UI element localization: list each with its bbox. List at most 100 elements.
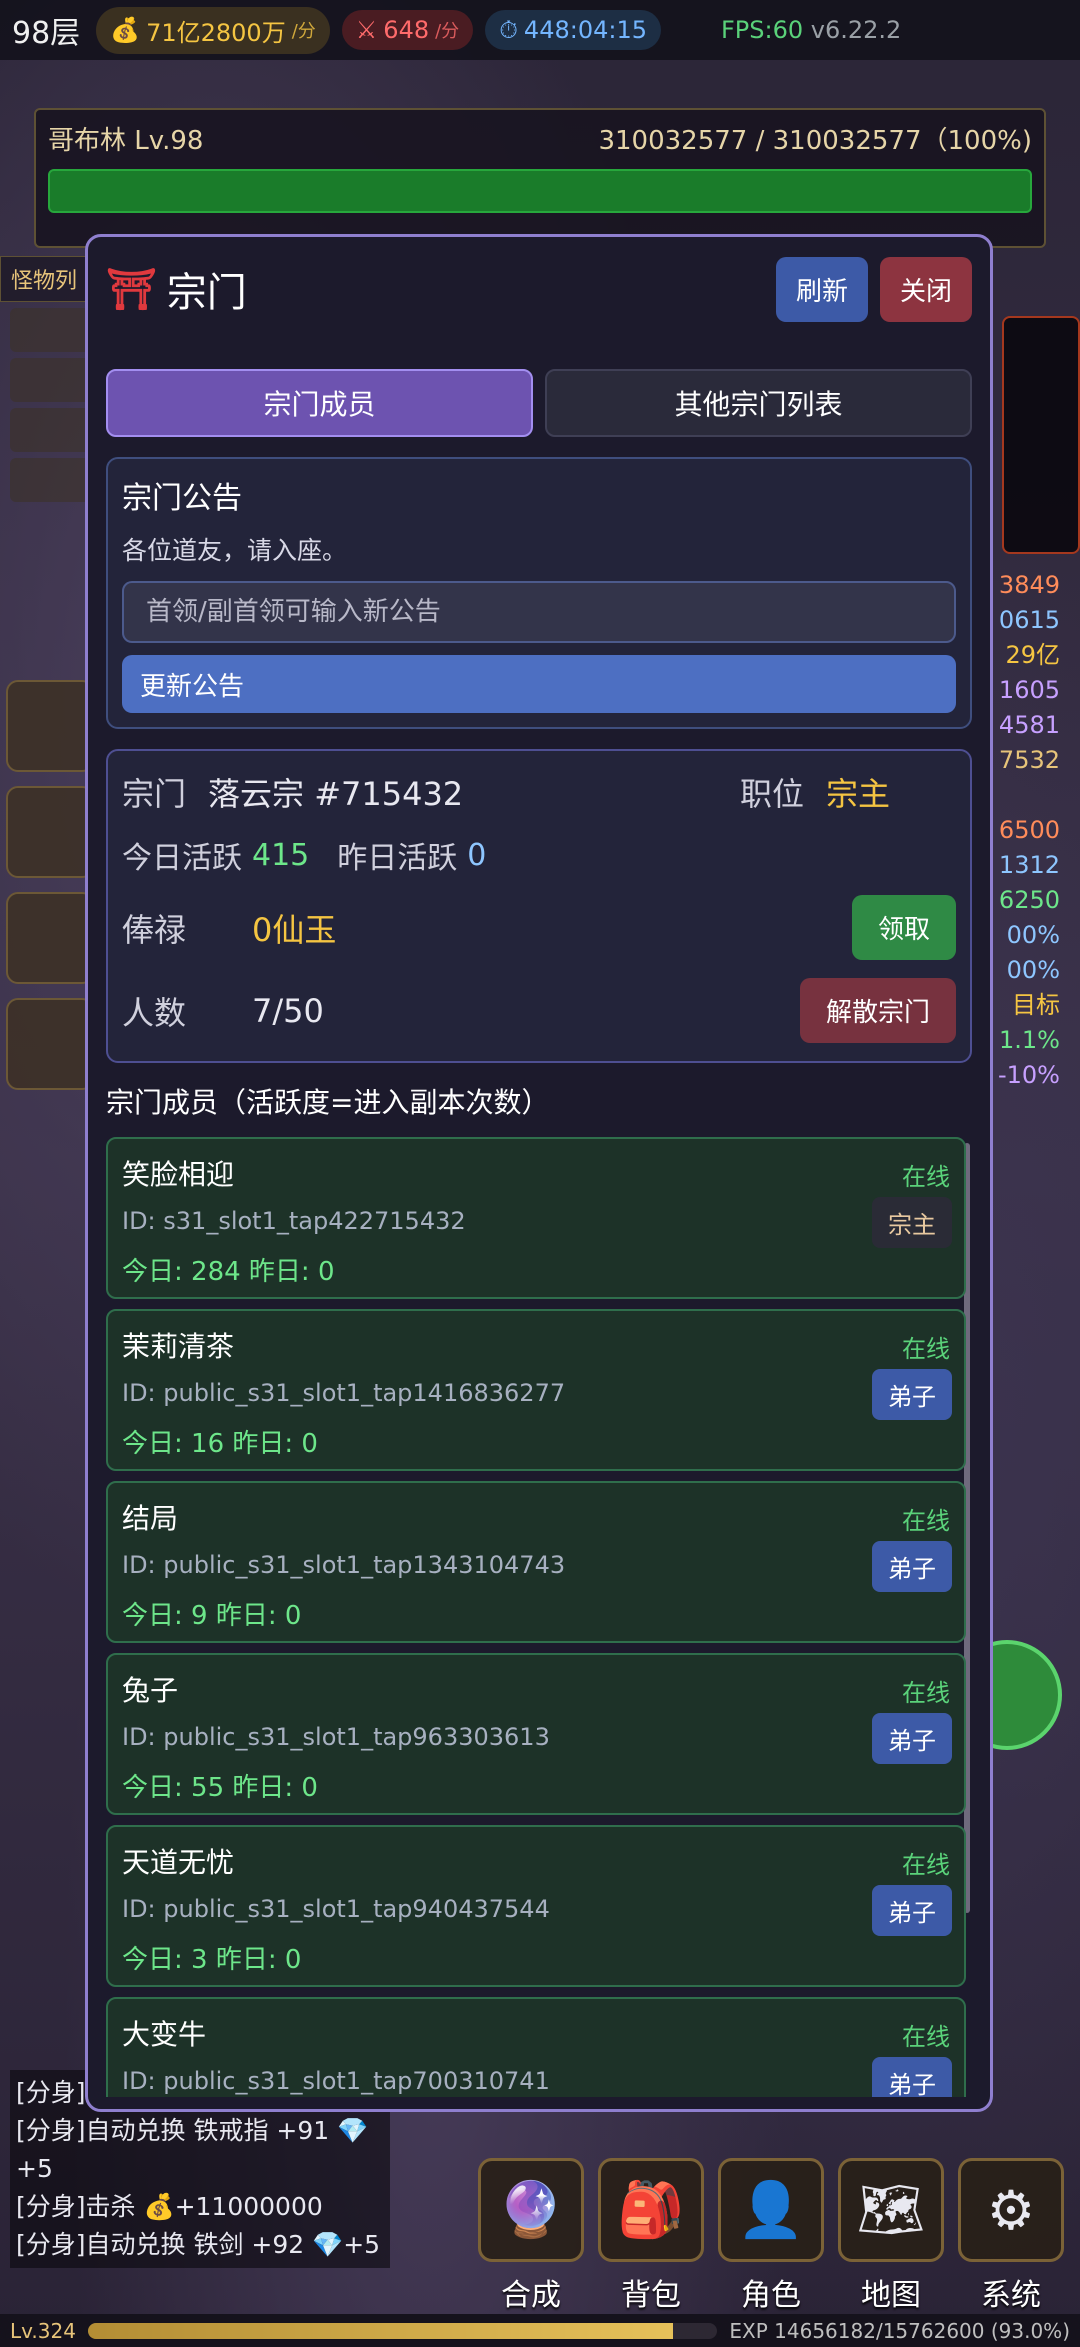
position-label: 职位: [739, 775, 804, 813]
money-bag-icon: 💰: [110, 16, 141, 44]
modal-title-text: 宗门: [166, 270, 247, 316]
side-button-weapons[interactable]: [6, 680, 94, 772]
member-role-badge: 弟子: [872, 2057, 952, 2097]
kill-rate-value: 648: [383, 16, 430, 44]
member-card[interactable]: 大变牛 在线 ID: public_s31_slot1_tap700310741…: [106, 1997, 966, 2097]
side-stat-value: 29亿: [1005, 641, 1060, 669]
side-stat-value: -10%: [997, 1061, 1060, 1089]
exp-fill: [87, 2322, 674, 2339]
monster-list-item[interactable]: [10, 408, 90, 452]
minimap[interactable]: [1002, 316, 1080, 554]
side-stat-value: 00%: [1006, 921, 1060, 949]
side-stat-value: 1605: [998, 676, 1060, 704]
side-button-droprate[interactable]: [6, 892, 94, 984]
log-line: [分身]自动兑换 铁戒指 +91 💎+5: [16, 2116, 369, 2183]
version-text: v6.22.2: [810, 16, 902, 44]
backpack-icon[interactable]: 🎒: [598, 2158, 704, 2262]
notice-input[interactable]: [122, 581, 956, 643]
notice-title: 宗门公告: [122, 481, 242, 516]
sect-label: 宗门: [122, 775, 187, 813]
nav-label: 角色: [741, 2278, 801, 2313]
member-id: ID: public_s31_slot1_tap1343104743: [122, 1551, 566, 1579]
torii-gate-icon: ⛩: [106, 266, 157, 313]
member-status: 在线: [902, 1163, 950, 1191]
member-role-badge: 宗主: [872, 1197, 952, 1248]
sect-name: 落云宗 #715432: [208, 775, 464, 813]
nav-label: 背包: [621, 2278, 681, 2313]
side-stat-value: [990, 778, 1060, 813]
monster-list-tab[interactable]: 怪物列: [0, 256, 96, 302]
notice-text: 各位道友，请入座。: [122, 536, 348, 565]
map-icon[interactable]: 🗺: [838, 2158, 944, 2262]
close-button[interactable]: 关闭: [879, 256, 972, 322]
top-status-bar: 98层 💰 71亿2800万 /分 ⚔ 648 /分 ⏱ 448:04:15 F…: [0, 0, 1080, 60]
monster-list-item[interactable]: [10, 308, 90, 352]
member-name: 大变牛: [122, 2018, 207, 2051]
monster-list-item[interactable]: [10, 358, 90, 402]
member-activity: 今日: 9 昨日: 0: [122, 1601, 302, 1631]
tab-sect-members[interactable]: 宗门成员: [106, 369, 533, 437]
gold-rate-value: 71亿2800万: [146, 18, 286, 47]
side-stat-value: 4581: [998, 711, 1060, 739]
member-card[interactable]: 兔子 在线 ID: public_s31_slot1_tap963303613 …: [106, 1653, 966, 1815]
members-list[interactable]: 笑脸相迎 在线 ID: s31_slot1_tap422715432 宗主 今日…: [106, 1137, 972, 2097]
modal-header: ⛩ 宗门 刷新 关闭: [106, 255, 972, 323]
sect-modal: ⛩ 宗门 刷新 关闭 宗门成员 其他宗门列表 宗门公告 各位道友，请入座。 更新…: [85, 234, 993, 2112]
gear-icon[interactable]: ⚙: [958, 2158, 1064, 2262]
member-count-label: 人数: [122, 993, 187, 1032]
member-card[interactable]: 天道无忧 在线 ID: public_s31_slot1_tap94043754…: [106, 1825, 966, 1987]
modal-tabs: 宗门成员 其他宗门列表: [106, 369, 972, 437]
exp-track: [87, 2322, 718, 2339]
gold-rate-pill: 💰 71亿2800万 /分: [96, 6, 330, 54]
member-role-badge: 弟子: [872, 1369, 952, 1420]
nav-backpack[interactable]: 🎒 背包: [598, 2158, 704, 2314]
member-card[interactable]: 结局 在线 ID: public_s31_slot1_tap1343104743…: [106, 1481, 966, 1643]
update-notice-button[interactable]: 更新公告: [122, 655, 956, 713]
nav-label: 系统: [981, 2278, 1041, 2313]
side-stat-value: 目标: [1012, 991, 1060, 1019]
player-level: Lv.324: [10, 2318, 76, 2343]
floor-indicator: 98层: [12, 16, 81, 51]
monster-hp-text: 310032577 / 310032577（100%): [598, 126, 1032, 156]
side-button-offline[interactable]: [6, 998, 94, 1090]
monster-name: 哥布林 Lv.98: [48, 126, 204, 156]
member-name: 结局: [122, 1502, 179, 1535]
nav-system[interactable]: ⚙ 系统: [958, 2158, 1064, 2314]
member-activity: 今日: 55 昨日: 0: [122, 1773, 318, 1803]
side-button-mail[interactable]: [6, 786, 94, 878]
member-role-badge: 弟子: [872, 1713, 952, 1764]
fps-value: FPS:60: [720, 16, 804, 44]
member-card[interactable]: 茉莉清茶 在线 ID: public_s31_slot1_tap14168362…: [106, 1309, 966, 1471]
exp-text: EXP 14656182/15762600 (93.0%): [729, 2318, 1070, 2343]
time-pill: ⏱ 448:04:15: [485, 10, 661, 50]
side-stat-value: 3849: [998, 571, 1060, 599]
gold-rate-unit: /分: [291, 21, 316, 42]
person-icon[interactable]: 👤: [718, 2158, 824, 2262]
refresh-button[interactable]: 刷新: [775, 256, 868, 322]
member-name: 天道无忧: [122, 1846, 235, 1879]
member-activity: 今日: 16 昨日: 0: [122, 1429, 318, 1459]
crystal-ball-icon[interactable]: 🔮: [478, 2158, 584, 2262]
member-card[interactable]: 笑脸相迎 在线 ID: s31_slot1_tap422715432 宗主 今日…: [106, 1137, 966, 1299]
nav-map[interactable]: 🗺 地图: [838, 2158, 944, 2314]
log-line: [分身]自动兑换 铁剑 +92 💎+5: [16, 2230, 381, 2259]
tab-other-sects[interactable]: 其他宗门列表: [545, 369, 972, 437]
monster-list-item[interactable]: [10, 458, 90, 502]
member-id: ID: s31_slot1_tap422715432: [122, 1207, 466, 1235]
member-status: 在线: [902, 1335, 950, 1363]
notice-card: 宗门公告 各位道友，请入座。 更新公告: [106, 457, 972, 729]
claim-salary-button[interactable]: 领取: [851, 895, 956, 960]
disband-sect-button[interactable]: 解散宗门: [799, 978, 956, 1043]
fps-readout: FPS:60 v6.22.2: [721, 16, 901, 44]
sect-info-card: 宗门 落云宗 #715432 职位 宗主 今日活跃 415 昨日活跃 0 俸禄 …: [106, 749, 972, 1063]
member-name: 笑脸相迎: [122, 1158, 235, 1191]
member-id: ID: public_s31_slot1_tap1416836277: [122, 1379, 566, 1407]
nav-synthesize[interactable]: 🔮 合成: [478, 2158, 584, 2314]
nav-label: 合成: [501, 2278, 561, 2313]
nav-character[interactable]: 👤 角色: [718, 2158, 824, 2314]
member-count-value: 7/50: [252, 991, 324, 1030]
side-stat-value: 6250: [998, 886, 1060, 914]
member-activity: 今日: 284 昨日: 0: [122, 1257, 335, 1287]
today-active-value: 415: [252, 837, 310, 873]
right-stats-column: 3849 0615 29亿 1605 4581 7532 6500 1312 6250 00% 0…: [990, 568, 1060, 1093]
